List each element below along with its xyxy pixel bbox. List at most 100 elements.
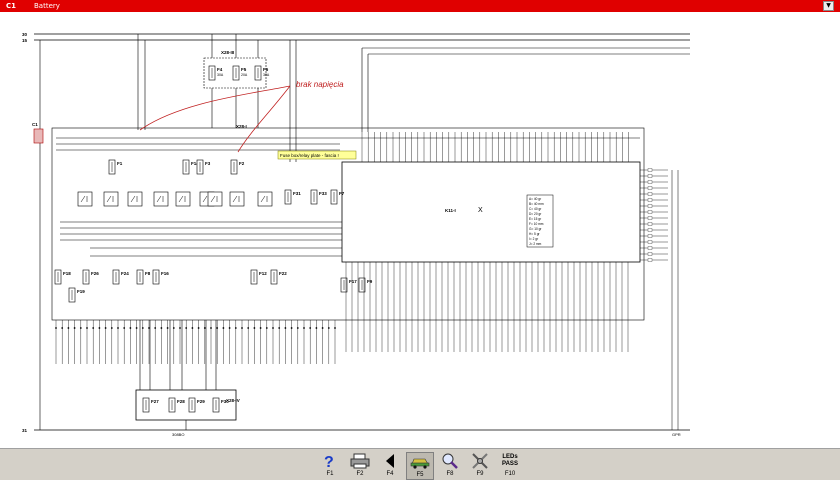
terminal-dot-29 [228, 327, 231, 329]
back-arrow-icon [380, 452, 400, 470]
fuse-f27-label: F27 [151, 399, 159, 404]
fuse-f17-label: F17 [349, 279, 357, 284]
window-dropdown-button[interactable]: ▼ [823, 1, 834, 11]
toolbar-button-f4[interactable]: F4 [376, 452, 404, 480]
terminal-dot-16 [148, 327, 150, 329]
wiring-diagram-canvas: 30 15 31 X28-III X28-I X28-IV K11-I X C1 F4 30A F5 2… [0, 12, 840, 448]
module-legend-line-9: I= 2 gr [529, 237, 539, 241]
terminal-dot-38 [284, 327, 287, 329]
relay-contact-3 [127, 191, 143, 207]
toolbar-button-f5[interactable]: F5 [406, 452, 434, 480]
terminal-dot-8 [98, 327, 101, 329]
terminal-dot-6 [86, 327, 88, 329]
fuse-f29-label: F29 [197, 399, 205, 404]
terminal-dot-4 [73, 327, 76, 329]
led-label-top: LEDs [502, 454, 518, 460]
module-legend-line-2: B= 40 mm [529, 202, 544, 206]
terminal-dot-2 [61, 327, 64, 329]
module-output-terminal-12 [647, 234, 653, 238]
window-title: Battery [34, 2, 60, 10]
module-legend-line-8: H= 5 gr [529, 232, 540, 236]
module-output-terminal-2 [647, 174, 653, 178]
toolbar-key-label: F1 [326, 471, 334, 477]
relay-x28-iii-label: X28-III [221, 50, 234, 55]
terminal-dot-18 [160, 327, 163, 329]
relay-contact-2 [103, 191, 119, 207]
terminal-dot-14 [135, 327, 138, 329]
toolbar-button-f10[interactable]: LEDs PASS F10 [496, 452, 524, 480]
terminal-dot-32 [247, 327, 250, 329]
zoom-icon [440, 452, 460, 470]
terminal-dot-20 [172, 327, 175, 329]
module-k11-label: K11-I [445, 208, 456, 213]
toolbar-key-label: F2 [356, 471, 364, 477]
fuse-f22-label: F22 [279, 271, 287, 276]
toolbar-button-f8[interactable]: F8 [436, 452, 464, 480]
rail-31-label: 31 [22, 428, 28, 433]
terminal-dot-42 [309, 327, 312, 329]
terminal-dot-45 [327, 327, 330, 329]
terminal-dot-33 [253, 327, 256, 329]
relay-contact-8 [229, 191, 245, 207]
fuse-f24-label: F24 [121, 271, 129, 276]
terminal-dot-28 [222, 327, 225, 329]
toolbar-button-f2[interactable]: F2 [346, 452, 374, 480]
toolbar-key-label: F10 [504, 471, 516, 477]
terminal-dot-10 [110, 327, 113, 329]
module-output-terminal-4 [647, 186, 653, 190]
module-output-terminal-13 [647, 240, 653, 244]
toolbar-button-f9[interactable]: F9 [466, 452, 494, 480]
terminal-dot-15 [141, 327, 144, 329]
tooltip-text: Fuse box/relay plate - fascia ! [280, 153, 339, 158]
toolbar-button-f1[interactable]: ? F1 [316, 452, 344, 480]
led-pass-icon: LEDs PASS [500, 452, 520, 470]
terminal-dot-39 [290, 327, 293, 329]
terminal-dot-7 [92, 327, 95, 329]
led-label-bottom: PASS [502, 461, 518, 467]
fuse-f8-label: F8 [145, 271, 151, 276]
terminal-dot-11 [117, 327, 119, 329]
terminal-dot-36 [272, 327, 274, 329]
fuse-f6-label: F6 [263, 67, 269, 72]
relay-contact-1 [77, 191, 93, 207]
terminal-dot-9 [104, 327, 107, 329]
rail-15-label: 15 [22, 38, 28, 43]
module-output-terminal-8 [647, 210, 653, 214]
relay-contact-9 [257, 191, 273, 207]
fuse-f3-label: F3 [205, 161, 211, 166]
svg-text:?: ? [324, 454, 334, 470]
toolbar-key-label: F5 [416, 472, 424, 478]
terminal-dot-19 [166, 327, 169, 329]
module-output-terminal-5 [647, 192, 653, 196]
fuse-f33-label: F33 [319, 191, 327, 196]
help-icon: ? [320, 452, 340, 470]
module-legend-line-6: F= 10 mm [529, 222, 544, 226]
terminal-dot-34 [259, 327, 262, 329]
module-legend-line-3: C= 40 gr [529, 207, 542, 211]
module-symbol-icon: X [478, 207, 483, 214]
terminal-dot-35 [265, 327, 268, 329]
terminal-dot-22 [185, 327, 188, 329]
car-icon [410, 453, 430, 471]
fuse-f28-label: F28 [177, 399, 185, 404]
relay-x28-i-label: X28-I [236, 124, 247, 129]
terminal-dot-3 [67, 327, 70, 329]
fuse-f18-label: F18 [63, 271, 71, 276]
module-output-terminal-7 [647, 204, 653, 208]
module-output-terminal-3 [647, 180, 653, 184]
fuse-f7-label: F7 [339, 191, 345, 196]
window-code: C1 [6, 2, 17, 10]
terminal-dot-21 [179, 327, 181, 329]
terminal-dot-23 [191, 327, 194, 329]
module-legend-line-5: E= 15 gr [529, 217, 542, 221]
terminal-dot-44 [321, 327, 324, 329]
title-bar: C1 Battery ▼ [0, 0, 840, 12]
terminal-dot-1 [55, 327, 57, 329]
module-legend-line-7: G= 10 gr [529, 227, 542, 231]
module-output-terminal-6 [647, 198, 653, 202]
module-output-terminal-15 [647, 252, 653, 256]
terminal-dot-24 [197, 327, 200, 329]
module-output-terminal-16 [647, 258, 653, 262]
terminal-dot-43 [315, 327, 318, 329]
footer-left-label: 308BO [172, 432, 184, 437]
